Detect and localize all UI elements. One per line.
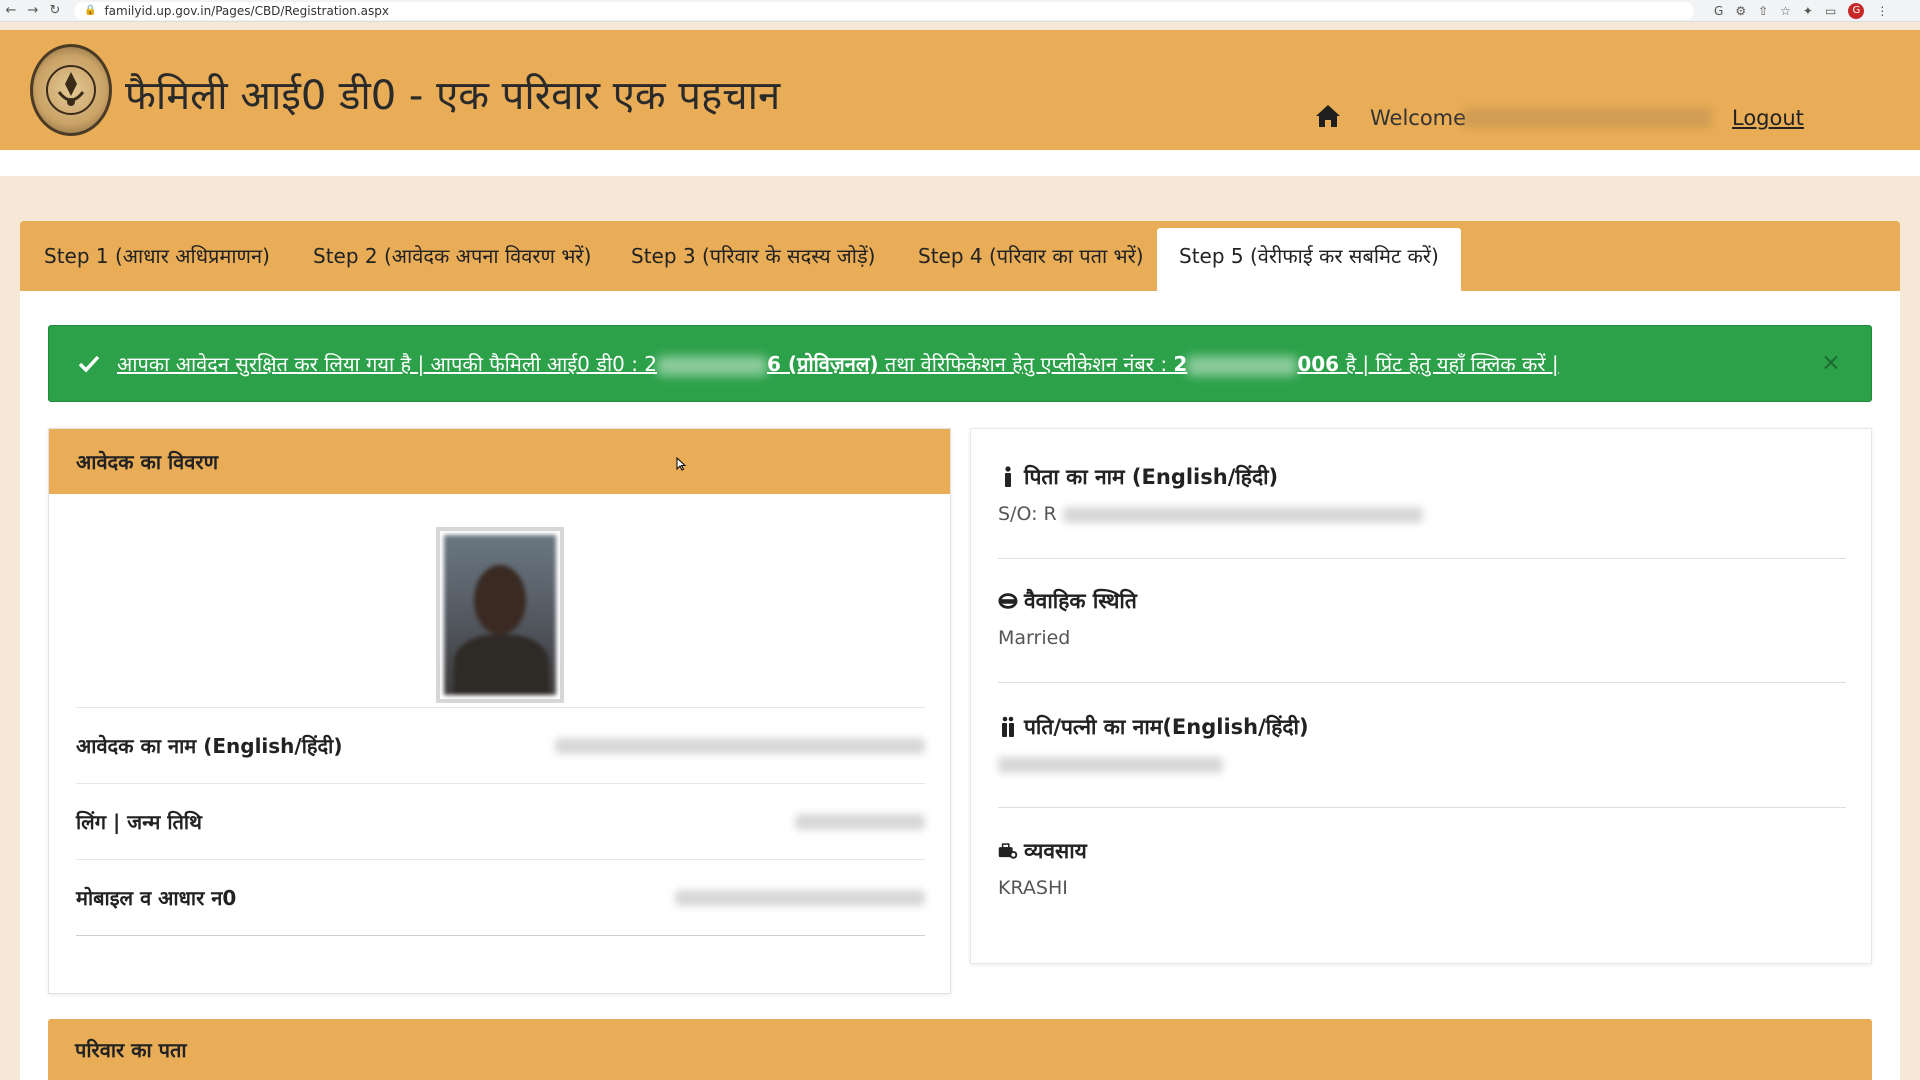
check-icon (78, 355, 100, 373)
father-name-block: पिता का नाम (English/हिंदी) S/O: R (998, 463, 1846, 525)
marital-status-value: Married (998, 627, 1071, 649)
reload-icon[interactable]: ↻ (44, 0, 66, 22)
tab-step-4[interactable]: Step 4 (परिवार का पता भरें) (918, 237, 1144, 291)
bookmark-star-icon[interactable]: ☆ (1780, 4, 1791, 18)
header-divider (0, 150, 1920, 176)
profile-avatar[interactable]: G (1848, 2, 1865, 19)
alert-text-part3: तथा वेरिफिकेशन हेतु एप्लीकेशन नंबर : (878, 352, 1174, 376)
family-address-card-title: परिवार का पता (48, 1019, 1872, 1080)
tab-step-2[interactable]: Step 2 (आवेदक अपना विवरण भरें) (313, 237, 591, 291)
applicant-photo (436, 527, 564, 703)
extensions-icon[interactable]: ✦ (1803, 4, 1813, 18)
spouse-name-redacted (998, 756, 1223, 773)
person-icon (1005, 466, 1011, 487)
tab-step-5[interactable]: Step 5 (वेरीफाई कर सबमिट करें) (1157, 228, 1461, 291)
occupation-block: व्यवसाय KRASHI (998, 837, 1846, 899)
up-government-emblem-logo (30, 44, 112, 136)
alert-close-button[interactable]: × (1821, 348, 1841, 376)
info-divider (998, 558, 1846, 559)
alert-text-app-suffix: 006 (1297, 352, 1340, 376)
briefcase-icon (998, 843, 1018, 859)
occupation-value: KRASHI (998, 877, 1068, 899)
mouse-cursor-icon (676, 457, 686, 471)
lock-icon: 🔒 (84, 5, 97, 16)
applicant-card-title: आवेदक का विवरण (49, 429, 950, 494)
url-text: familyid.up.gov.in/Pages/CBD/Registratio… (104, 3, 389, 18)
spouse-name-title: पति/पत्नी का नाम(English/हिंदी) (1024, 715, 1309, 739)
row-divider (76, 935, 925, 936)
mobile-aadhaar-label: मोबाइल व आधार न0 (76, 886, 237, 910)
google-icon[interactable]: G (1714, 4, 1723, 18)
occupation-title: व्यवसाय (1024, 839, 1087, 863)
mobile-aadhaar-row: मोबाइल व आधार न0 (76, 859, 925, 935)
applicant-name-label: आवेदक का नाम (English/हिंदी) (76, 734, 343, 758)
welcome-username-redacted (1462, 108, 1712, 128)
father-name-redacted (1062, 506, 1423, 523)
applicant-name-redacted (555, 737, 925, 754)
marital-status-title: वैवाहिक स्थिति (1024, 589, 1137, 613)
share-icon[interactable]: ⇧ (1758, 4, 1768, 18)
father-name-title: पिता का नाम (English/हिंदी) (1024, 465, 1279, 489)
family-info-card: पिता का नाम (English/हिंदी) S/O: R वैवाह… (970, 428, 1872, 964)
logout-link[interactable]: Logout (1732, 106, 1804, 130)
application-number-redacted (1187, 355, 1298, 376)
father-name-value: S/O: R (998, 503, 1057, 525)
alert-message-link[interactable]: आपका आवेदन सुरक्षित कर लिया गया है | आपक… (117, 350, 1559, 377)
welcome-label: Welcome (1370, 106, 1467, 130)
spouse-name-block: पति/पत्नी का नाम(English/हिंदी) (998, 713, 1846, 775)
address-bar[interactable]: 🔒 familyid.up.gov.in/Pages/CBD/Registrat… (74, 1, 1694, 20)
site-header: फैमिली आई0 डी0 - एक परिवार एक पहचान Welc… (0, 30, 1920, 150)
success-alert: आपका आवेदन सुरक्षित कर लिया गया है | आपक… (48, 325, 1872, 402)
site-title: फैमिली आई0 डी0 - एक परिवार एक पहचान (125, 73, 781, 119)
alert-text-part1: आपका आवेदन सुरक्षित कर लिया गया है | आपक… (117, 352, 658, 376)
gender-dob-row: लिंग | जन्म तिथि (76, 783, 925, 859)
mobile-aadhaar-redacted (675, 889, 925, 906)
home-icon[interactable] (1314, 102, 1342, 130)
tab-step-1[interactable]: Step 1 (आधार अधिप्रमाणन) (44, 237, 270, 291)
forward-icon[interactable]: → (22, 0, 44, 22)
menu-dots-icon[interactable]: ⋮ (1876, 4, 1888, 18)
couple-icon (1002, 716, 1014, 737)
rings-icon (998, 593, 1018, 609)
sidepanel-icon[interactable]: ▭ (1825, 4, 1836, 18)
tab-step-3[interactable]: Step 3 (परिवार के सदस्य जोड़ें) (631, 237, 875, 291)
applicant-name-row: आवेदक का नाम (English/हिंदी) (76, 707, 925, 783)
info-divider (998, 807, 1846, 808)
family-id-redacted (657, 355, 768, 376)
marital-status-block: वैवाहिक स्थिति Married (998, 587, 1846, 649)
applicant-details-card: आवेदक का विवरण आवेदक का नाम (English/हिं… (48, 428, 951, 994)
step-tabs: Step 1 (आधार अधिप्रमाणन) Step 2 (आवेदक अ… (20, 221, 1900, 291)
translate-icon[interactable]: ⚙ (1735, 4, 1746, 18)
gender-dob-redacted (795, 813, 925, 830)
info-divider (998, 682, 1846, 683)
alert-text-print: है | प्रिंट हेतु यहाँ क्लिक करें | (1339, 352, 1559, 376)
browser-toolbar: ← → ↻ 🔒 familyid.up.gov.in/Pages/CBD/Reg… (0, 0, 1920, 22)
alert-text-app-prefix: 2 (1173, 352, 1188, 376)
gender-dob-label: लिंग | जन्म तिथि (76, 810, 202, 834)
back-icon[interactable]: ← (0, 0, 22, 22)
alert-text-provisional: 6 (प्रोविज़नल) (767, 352, 879, 376)
